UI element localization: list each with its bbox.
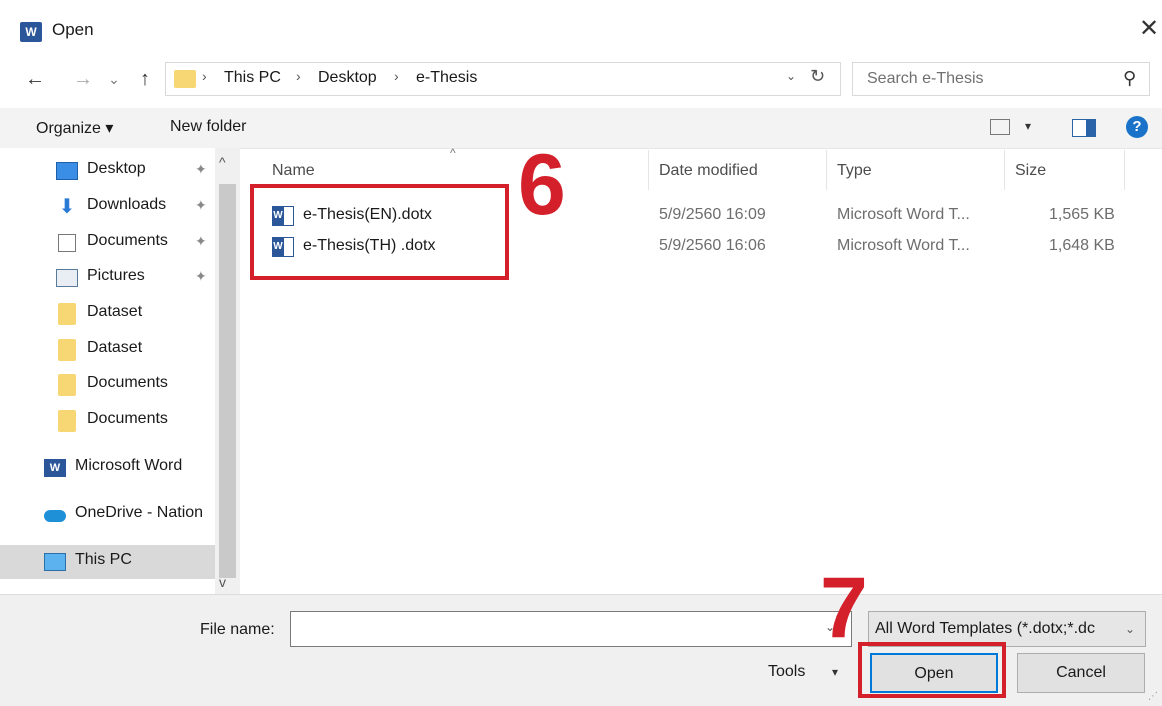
onedrive-icon <box>44 510 66 522</box>
address-bar[interactable]: › This PC › Desktop › e-Thesis ⌄ ↻ <box>165 62 841 96</box>
up-arrow-icon[interactable]: ↑ <box>132 66 158 92</box>
step-6-label: 6 <box>518 137 566 233</box>
close-icon[interactable]: ✕ <box>1137 14 1161 44</box>
search-input[interactable]: Search e-Thesis <box>867 70 984 88</box>
word-icon: W <box>20 22 42 42</box>
pc-icon <box>44 553 66 571</box>
new-folder-button[interactable]: New folder <box>170 118 246 136</box>
column-header-size[interactable]: Size <box>1015 162 1046 180</box>
column-header-date-modified[interactable]: Date modified <box>659 162 758 180</box>
help-icon[interactable]: ? <box>1126 116 1148 138</box>
sort-ascending-icon: ^ <box>450 146 456 160</box>
desktop-icon <box>56 162 78 180</box>
sidebar-item-dataset[interactable]: Dataset <box>0 333 215 367</box>
breadcrumb-e-thesis[interactable]: e-Thesis <box>416 69 477 87</box>
step-6-highlight-box <box>250 184 509 280</box>
sidebar-item-microsoft-word[interactable]: W Microsoft Word <box>0 451 215 485</box>
title-bar: W Open ✕ <box>0 0 1162 56</box>
sidebar-item-label: Documents <box>87 232 168 249</box>
back-arrow-icon[interactable]: ← <box>22 66 48 92</box>
column-divider[interactable] <box>1124 150 1125 190</box>
breadcrumb-separator: › <box>394 68 399 84</box>
file-date-modified: 5/9/2560 16:06 <box>659 237 766 254</box>
sidebar-item-label: Desktop <box>87 160 146 177</box>
refresh-icon[interactable]: ↻ <box>810 66 825 87</box>
sidebar-item-documents-folder[interactable]: Documents <box>0 404 215 438</box>
sidebar-item-documents[interactable]: Documents ✦ <box>0 226 215 260</box>
forward-arrow-icon[interactable]: → <box>70 66 96 92</box>
file-size: 1,565 KB <box>1049 206 1115 223</box>
navigation-bar: ← → ⌄ ↑ › This PC › Desktop › e-Thesis ⌄… <box>0 58 1162 100</box>
sidebar-item-label: Dataset <box>87 303 143 320</box>
sidebar-item-dataset[interactable]: Dataset <box>0 297 215 331</box>
scroll-down-icon[interactable]: v <box>219 574 226 590</box>
pin-icon: ✦ <box>195 197 207 213</box>
breadcrumb-separator: › <box>296 68 301 84</box>
view-options-icon[interactable] <box>990 119 1010 135</box>
scrollbar-thumb[interactable] <box>219 184 236 578</box>
file-type: Microsoft Word T... <box>837 237 970 254</box>
command-bar: Organize ▾ New folder ▾ ? <box>0 108 1162 149</box>
download-icon: ⬇ <box>58 196 76 218</box>
preview-pane-icon[interactable] <box>1072 119 1096 137</box>
recent-locations-icon[interactable]: ⌄ <box>104 66 124 92</box>
sidebar-item-desktop[interactable]: Desktop ✦ <box>0 154 215 188</box>
sidebar-item-label: Microsoft Word <box>75 457 183 474</box>
step-7-highlight-box <box>858 642 1006 698</box>
sidebar-item-label: Documents <box>87 374 168 391</box>
sidebar-item-this-pc[interactable]: This PC <box>0 545 215 579</box>
pictures-icon <box>56 269 78 287</box>
chevron-down-icon[interactable]: ⌄ <box>1125 622 1135 636</box>
folder-icon <box>174 70 196 88</box>
tools-dropdown-icon[interactable]: ▾ <box>832 665 838 679</box>
chevron-down-icon[interactable]: ⌄ <box>786 69 796 83</box>
chevron-down-icon[interactable]: ▾ <box>1025 119 1031 133</box>
step-7-label: 7 <box>820 560 868 656</box>
cancel-button[interactable]: Cancel <box>1017 653 1145 693</box>
breadcrumb-separator: › <box>202 68 207 84</box>
file-date-modified: 5/9/2560 16:09 <box>659 206 766 223</box>
file-type: Microsoft Word T... <box>837 206 970 223</box>
open-file-dialog: W Open ✕ ← → ⌄ ↑ › This PC › Desktop › e… <box>0 0 1162 706</box>
organize-button[interactable]: Organize ▾ <box>36 118 113 138</box>
file-size: 1,648 KB <box>1049 237 1115 254</box>
column-divider[interactable] <box>1004 150 1005 190</box>
sidebar-item-label: Pictures <box>87 267 145 284</box>
file-name-label: File name: <box>200 621 275 638</box>
sidebar-item-label: OneDrive - Nation <box>75 504 204 521</box>
documents-icon <box>58 234 76 252</box>
scroll-up-icon[interactable]: ^ <box>219 154 226 170</box>
sidebar-item-downloads[interactable]: ⬇ Downloads ✦ <box>0 190 215 224</box>
resize-grip-icon[interactable]: ⋰ <box>1148 691 1158 702</box>
folder-icon <box>58 374 76 396</box>
sidebar-item-label: Dataset <box>87 339 143 356</box>
tools-menu[interactable]: Tools <box>768 663 805 681</box>
search-icon[interactable]: ⚲ <box>1123 68 1136 89</box>
column-header-type[interactable]: Type <box>837 162 872 180</box>
pin-icon: ✦ <box>195 268 207 284</box>
sidebar-item-label: Documents <box>87 410 168 427</box>
folder-icon <box>58 339 76 361</box>
column-divider[interactable] <box>648 150 649 190</box>
sidebar-item-pictures[interactable]: Pictures ✦ <box>0 261 215 295</box>
sidebar-item-documents-folder[interactable]: Documents <box>0 368 215 402</box>
folder-icon <box>58 303 76 325</box>
breadcrumb-this-pc[interactable]: This PC <box>224 69 281 87</box>
file-name-input[interactable]: ⌄ <box>290 611 852 647</box>
sidebar-item-label: Downloads <box>87 196 167 213</box>
pin-icon: ✦ <box>195 233 207 249</box>
navigation-pane: Desktop ✦ ⬇ Downloads ✦ Documents ✦ Pict… <box>0 148 240 594</box>
breadcrumb-desktop[interactable]: Desktop <box>318 69 377 87</box>
column-header-name[interactable]: Name <box>272 162 315 180</box>
column-divider[interactable] <box>826 150 827 190</box>
sidebar-item-onedrive[interactable]: OneDrive - Nation <box>0 498 215 532</box>
dialog-title: Open <box>52 20 94 39</box>
word-icon: W <box>44 459 66 477</box>
search-box[interactable]: Search e-Thesis ⚲ <box>852 62 1150 96</box>
folder-icon <box>58 410 76 432</box>
file-type-value: All Word Templates (*.dotx;*.dc <box>875 620 1095 637</box>
pin-icon: ✦ <box>195 161 207 177</box>
sidebar-item-label: This PC <box>75 551 132 568</box>
